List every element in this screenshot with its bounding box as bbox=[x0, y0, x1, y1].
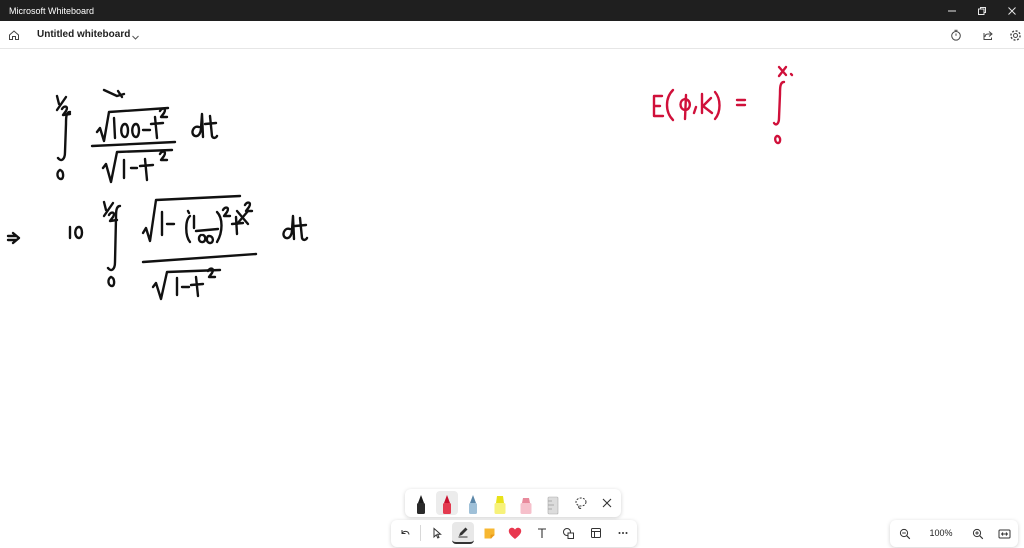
zoom-in-icon bbox=[972, 528, 984, 540]
yellow-highlighter-icon bbox=[494, 496, 506, 514]
templates-button[interactable] bbox=[585, 522, 607, 544]
fit-screen-icon bbox=[998, 529, 1010, 539]
close-pen-tray-button[interactable] bbox=[596, 491, 618, 515]
more-button[interactable] bbox=[612, 522, 634, 544]
chevron-down-icon bbox=[132, 35, 139, 40]
title-bar: Microsoft Whiteboard bbox=[0, 0, 1024, 21]
text-button[interactable] bbox=[531, 522, 553, 544]
select-button[interactable] bbox=[426, 522, 448, 544]
app-title: Microsoft Whiteboard bbox=[9, 5, 95, 16]
settings-button[interactable] bbox=[1006, 26, 1024, 44]
close-icon bbox=[602, 498, 612, 508]
undo-button[interactable] bbox=[394, 522, 416, 544]
ruler-button[interactable] bbox=[542, 491, 564, 515]
share-button[interactable] bbox=[979, 26, 997, 44]
shapes-icon bbox=[562, 527, 574, 539]
reactions-button[interactable] bbox=[504, 522, 526, 544]
minimize-icon bbox=[948, 10, 956, 11]
settings-icon bbox=[1009, 29, 1021, 41]
shapes-button[interactable] bbox=[557, 522, 579, 544]
undo-icon bbox=[401, 530, 410, 535]
more-icon bbox=[618, 532, 628, 534]
black-pen-icon bbox=[417, 495, 425, 514]
pink-highlighter-button[interactable] bbox=[515, 491, 537, 515]
board-menu-button[interactable] bbox=[131, 29, 140, 47]
blue-pen-icon bbox=[469, 495, 477, 514]
templates-icon bbox=[591, 528, 601, 538]
fit-to-screen-button[interactable] bbox=[994, 524, 1014, 544]
pink-highlighter-icon bbox=[520, 498, 532, 514]
main-toolbar bbox=[391, 520, 637, 547]
restore-button[interactable] bbox=[965, 0, 999, 21]
zoom-out-icon bbox=[899, 528, 911, 540]
blue-pen-button[interactable] bbox=[462, 491, 484, 515]
restore-icon bbox=[978, 6, 986, 15]
toolbar-divider bbox=[420, 525, 421, 541]
close-window-button[interactable] bbox=[995, 0, 1024, 21]
home-button[interactable] bbox=[5, 26, 23, 44]
app-header: Untitled whiteboard bbox=[0, 21, 1024, 49]
heart-icon bbox=[508, 527, 522, 539]
red-pen-button[interactable] bbox=[436, 491, 458, 515]
sticky-note-icon bbox=[484, 528, 494, 538]
red-pen-icon bbox=[443, 495, 451, 514]
timer-button[interactable] bbox=[947, 26, 965, 44]
select-icon bbox=[433, 527, 442, 539]
timer-icon bbox=[951, 29, 961, 41]
black-pen-button[interactable] bbox=[410, 491, 432, 515]
whiteboard-canvas[interactable] bbox=[0, 49, 1024, 548]
zoom-out-button[interactable] bbox=[895, 524, 915, 544]
lasso-icon bbox=[575, 497, 587, 509]
home-icon bbox=[9, 30, 19, 40]
black-ink-strokes bbox=[6, 88, 309, 301]
pen-tray bbox=[405, 489, 621, 517]
lasso-button[interactable] bbox=[570, 491, 592, 515]
close-icon bbox=[1008, 6, 1016, 15]
board-name[interactable]: Untitled whiteboard bbox=[37, 29, 130, 40]
zoom-level[interactable]: 100% bbox=[926, 528, 956, 538]
zoom-controls: 100% bbox=[890, 520, 1018, 547]
ruler-icon bbox=[547, 496, 559, 515]
yellow-highlighter-button[interactable] bbox=[489, 491, 511, 515]
pen-button[interactable] bbox=[452, 522, 474, 544]
share-icon bbox=[983, 31, 993, 40]
sticky-note-button[interactable] bbox=[478, 522, 500, 544]
minimize-button[interactable] bbox=[935, 0, 969, 21]
zoom-in-button[interactable] bbox=[968, 524, 988, 544]
text-icon bbox=[538, 528, 546, 538]
pen-icon bbox=[458, 527, 468, 538]
red-ink-strokes bbox=[652, 65, 794, 145]
